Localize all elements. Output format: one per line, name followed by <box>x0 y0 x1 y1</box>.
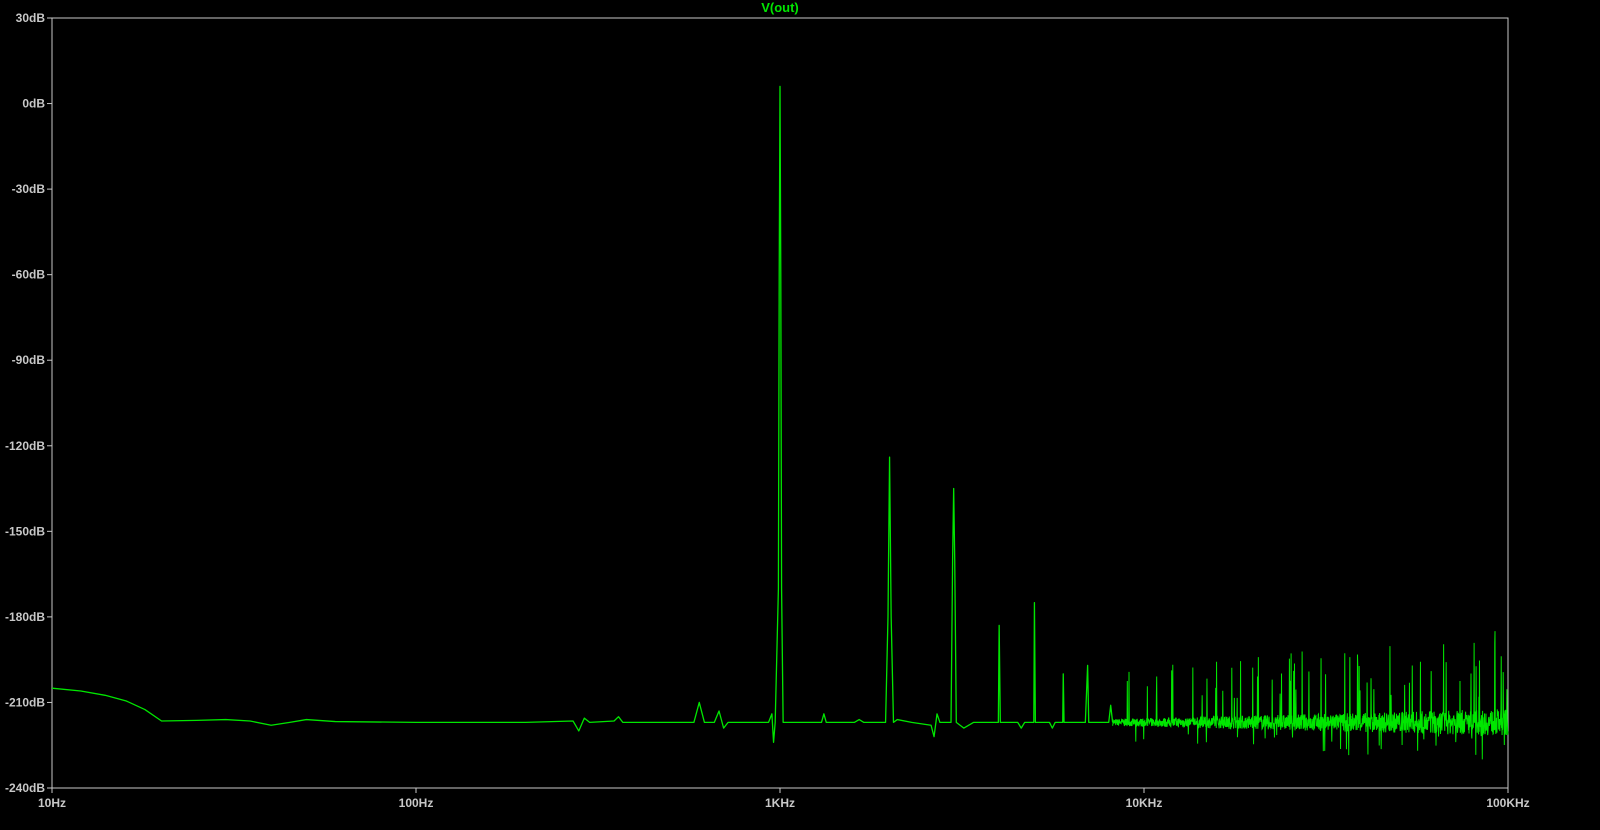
chart-svg: V(out) 30dB 0dB -30dB -60dB -90dB -120dB -150d… <box>5 0 1530 810</box>
y-axis: 30dB 0dB -30dB -60dB -90dB -120dB -150dB -180dB… <box>5 11 52 795</box>
x-axis: 10Hz 100Hz 1KHz 10KHz 100KHz <box>38 788 1530 810</box>
y-tick-label: -180dB <box>5 610 45 624</box>
y-tick-label: -240dB <box>5 781 45 795</box>
y-tick-label: -60dB <box>12 268 46 282</box>
chart-title: V(out) <box>761 0 799 15</box>
x-tick-label: 10Hz <box>38 796 66 810</box>
x-tick-label: 10KHz <box>1126 796 1163 810</box>
y-tick-label: -120dB <box>5 439 45 453</box>
y-tick-label: -210dB <box>5 695 45 709</box>
y-tick-label: 30dB <box>16 11 46 25</box>
trace-vout-noise-floor <box>1112 631 1509 760</box>
x-tick-label: 1KHz <box>765 796 795 810</box>
plot-window: V(out) 30dB 0dB -30dB -60dB -90dB -120dB -150d… <box>0 0 1600 830</box>
x-tick-label: 100KHz <box>1486 796 1529 810</box>
trace-group <box>51 85 1509 760</box>
y-tick-label: -30dB <box>12 182 46 196</box>
trace-vout <box>51 85 1114 744</box>
y-tick-label: -90dB <box>12 353 46 367</box>
x-tick-label: 100Hz <box>399 796 434 810</box>
y-tick-label: -150dB <box>5 524 45 538</box>
y-tick-label: 0dB <box>22 97 45 111</box>
